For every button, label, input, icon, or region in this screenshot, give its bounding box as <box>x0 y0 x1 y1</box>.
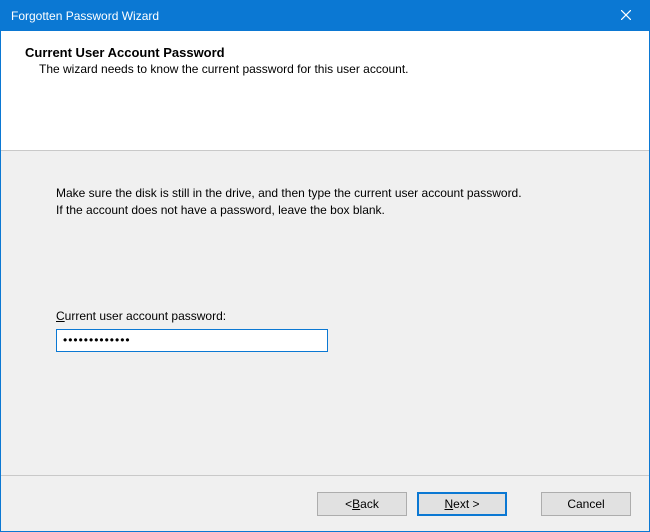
next-button[interactable]: Next > <box>417 492 507 516</box>
wizard-footer: < Back Next > Cancel <box>1 475 649 531</box>
window-title: Forgotten Password Wizard <box>11 9 603 23</box>
wizard-subtitle: The wizard needs to know the current pas… <box>25 62 625 76</box>
back-button[interactable]: < Back <box>317 492 407 516</box>
wizard-window: Forgotten Password Wizard Current User A… <box>0 0 650 532</box>
close-button[interactable] <box>603 1 649 31</box>
wizard-header: Current User Account Password The wizard… <box>1 31 649 151</box>
titlebar: Forgotten Password Wizard <box>1 1 649 31</box>
wizard-body: Make sure the disk is still in the drive… <box>1 151 649 475</box>
cancel-button[interactable]: Cancel <box>541 492 631 516</box>
password-label: Current user account password: <box>56 309 594 323</box>
instructions-text: Make sure the disk is still in the drive… <box>56 185 526 219</box>
password-input[interactable] <box>56 329 328 352</box>
client-area: Current User Account Password The wizard… <box>1 31 649 531</box>
wizard-heading: Current User Account Password <box>25 45 625 60</box>
close-icon <box>621 9 631 23</box>
